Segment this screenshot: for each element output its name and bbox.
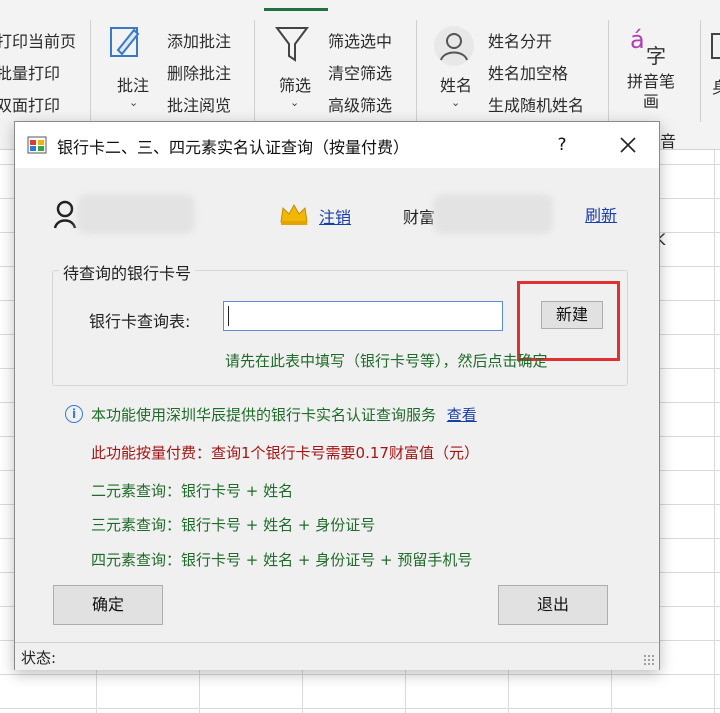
add-comment-item[interactable]: 添加批注 [167,28,231,52]
service-info-prefix: 本功能使用深圳华辰提供的银行卡实名认证查询服务 [91,406,437,424]
delete-comment-item[interactable]: 删除批注 [167,60,231,84]
annotate-pen-icon [110,27,140,57]
info-icon: i [65,405,83,423]
ribbon-separator [90,20,91,122]
logout-link[interactable]: 注销 [319,204,351,228]
user-icon [53,200,77,229]
refresh-link[interactable]: 刷新 [585,202,617,226]
ribbon-separator [608,20,609,122]
mode-two-element: 二元素查询：银行卡号 + 姓名 [91,482,294,500]
billing-note: 此功能按量付费：查询1个银行卡号需要0.17财富值（元） [91,444,479,462]
batch-print-item[interactable]: 批量打印 [0,60,60,84]
service-info-text: 本功能使用深圳华辰提供的银行卡实名认证查询服务 查看 [91,404,477,425]
pinyin-sub-label: 音 [660,132,677,151]
status-label: 状态: [21,649,57,667]
pinyin-char-glyph: 字 [646,44,666,68]
view-link[interactable]: 查看 [447,406,477,424]
clear-filter-item[interactable]: 清空筛选 [328,60,392,84]
redacted-username [77,194,195,234]
fill-table-hint: 请先在此表中填写（银行卡号等），然后点击确定 [225,352,548,370]
split-name-item[interactable]: 姓名分开 [488,28,552,52]
annotation-highlight-box [517,281,620,361]
filter-funnel-icon [275,27,309,62]
bank-card-verify-dialog: 银行卡二、三、四元素实名认证查询（按量付费） ? 注销 财富 刷新 待查询的银行… [14,121,660,670]
name-button-label[interactable]: 姓名 [440,72,472,96]
redacted-wealth-value [433,194,553,234]
ribbon-separator [416,20,417,122]
ribbon-separator [254,20,255,122]
chevron-down-icon[interactable]: ⌄ [290,96,299,109]
annotate-button-label[interactable]: 批注 [117,72,149,96]
card-table-label: 银行卡查询表: [89,312,191,331]
status-bar: 状态: [15,642,659,670]
crown-icon [280,203,308,225]
random-name-item[interactable]: 生成随机姓名 [488,92,584,116]
person-icon [434,26,474,66]
duplex-print-item[interactable]: 双面打印 [0,92,60,116]
dialog-titlebar[interactable]: 银行卡二、三、四元素实名认证查询（按量付费） ? [15,122,659,168]
id-card-icon [711,33,720,59]
pinyin-stroke-button-label[interactable]: 拼音笔画 [624,72,678,112]
ok-button[interactable]: 确定 [53,585,163,625]
ribbon-active-tab-indicator [264,8,328,11]
far-right-group-label[interactable]: 身 [712,74,720,98]
print-current-page-item[interactable]: 打印当前页 [0,28,76,52]
filter-button-label[interactable]: 筛选 [279,72,311,96]
text-caret [228,306,229,326]
card-table-input[interactable] [223,301,503,331]
mode-four-element: 四元素查询：银行卡号 + 姓名 + 身份证号 + 预留手机号 [91,551,473,569]
name-add-space-item[interactable]: 姓名加空格 [488,60,568,84]
filter-selected-item[interactable]: 筛选选中 [328,28,392,52]
mode-three-element: 三元素查询：银行卡号 + 姓名 + 身份证号 [91,516,376,534]
comment-preview-item[interactable]: 批注阅览 [167,92,231,116]
advanced-filter-item[interactable]: 高级筛选 [328,92,392,116]
chevron-down-icon[interactable]: ⌄ [451,96,460,109]
groupbox-title: 待查询的银行卡号 [59,260,196,284]
pinyin-accent-glyph: á [630,26,645,54]
resize-grip-icon[interactable] [643,654,655,666]
wealth-label: 财富 [403,208,436,227]
exit-button[interactable]: 退出 [498,585,608,625]
ribbon-separator [700,20,701,122]
dialog-title: 银行卡二、三、四元素实名认证查询（按量付费） [57,138,410,157]
app-icon [27,136,47,154]
close-icon [620,137,636,153]
close-button[interactable] [611,128,645,162]
chevron-down-icon[interactable]: ⌄ [129,96,138,109]
help-button[interactable]: ? [545,128,579,162]
